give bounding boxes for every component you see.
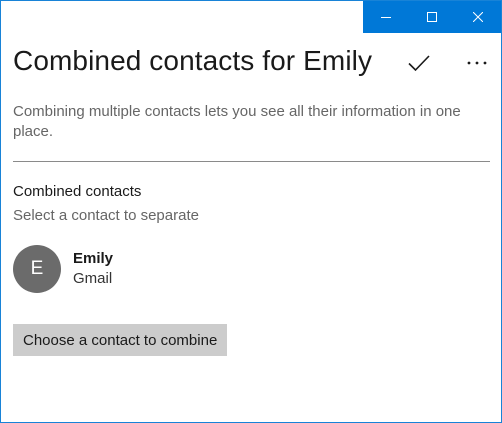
title-bar-controls: [363, 1, 501, 33]
close-icon: [473, 12, 483, 22]
contact-source: Gmail: [73, 270, 113, 287]
minimize-icon: [381, 17, 391, 18]
page-title: Combined contacts for Emily: [13, 45, 373, 76]
checkmark-icon: [408, 55, 430, 72]
contact-name: Emily: [73, 250, 114, 267]
more-options-button[interactable]: [457, 45, 497, 81]
save-button[interactable]: [399, 45, 439, 81]
maximize-icon: [427, 12, 437, 22]
minimize-button[interactable]: [363, 1, 409, 33]
contact-list-item[interactable]: E Emily Gmail: [13, 244, 313, 294]
section-subheading: Select a contact to separate: [13, 207, 199, 224]
section-heading: Combined contacts: [13, 183, 142, 200]
app-window: Combined contacts for Emily Combining mu…: [0, 0, 502, 423]
maximize-button[interactable]: [409, 1, 455, 33]
more-icon: [467, 61, 487, 65]
divider: [13, 161, 490, 162]
contact-details: Emily Gmail: [73, 249, 113, 289]
description-text: Combining multiple contacts lets you see…: [13, 103, 461, 140]
choose-contact-button[interactable]: Choose a contact to combine: [13, 324, 228, 356]
close-button[interactable]: [455, 1, 501, 33]
avatar: E: [13, 245, 61, 293]
